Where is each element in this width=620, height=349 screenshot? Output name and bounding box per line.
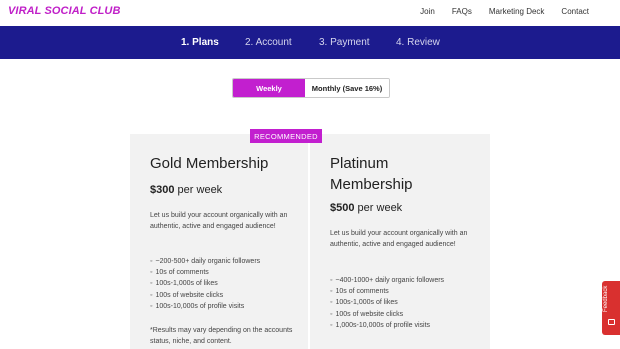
checkout-steps-bar: 1. Plans 2. Account 3. Payment 4. Review [0,26,620,59]
weekly-option[interactable]: Weekly [233,79,305,97]
feedback-tab[interactable]: Feedback [602,281,620,335]
brand-logo[interactable]: VIRAL SOCIAL CLUB [8,5,121,17]
chat-icon [608,319,615,325]
feature-item: 100s-1,000s of likes [150,278,260,289]
feature-item: 10s of comments [330,286,444,297]
nav-contact-link[interactable]: Contact [561,7,589,16]
nav-faqs-link[interactable]: FAQs [452,7,472,16]
feedback-label: Feedback [603,285,609,312]
plan-card-platinum[interactable]: Platinum Membership $500 per week Let us… [310,134,488,349]
top-header: VIRAL SOCIAL CLUB Join FAQs Marketing De… [0,0,620,26]
feature-item: 1,000s-10,000s of profile visits [330,320,444,331]
recommended-badge: RECOMMENDED [250,129,322,143]
step-plans[interactable]: 1. Plans [181,37,219,48]
nav-join-link[interactable]: Join [420,7,435,16]
step-account[interactable]: 2. Account [245,37,292,48]
feature-item: 100s-10,000s of profile visits [150,301,260,312]
plan-features-list: ~400-1000+ daily organic followers 10s o… [330,275,444,331]
plan-description: Let us build your account organically wi… [330,230,468,248]
plan-description: Let us build your account organically wi… [150,212,288,230]
feature-item: 10s of comments [150,267,260,278]
plan-price: $300 per week [150,184,222,196]
top-navigation: Join FAQs Marketing Deck Contact [420,7,589,16]
billing-period-toggle: Weekly Monthly (Save 16%) [232,78,390,98]
plan-price: $500 per week [330,202,402,214]
price-period: per week [357,202,403,214]
plan-features-list: ~200-500+ daily organic followers 10s of… [150,256,260,312]
price-period: per week [177,184,223,196]
plan-title: Platinum Membership [330,155,413,193]
nav-marketing-deck-link[interactable]: Marketing Deck [489,7,545,16]
feature-item: 100s of website clicks [150,290,260,301]
step-payment[interactable]: 3. Payment [319,37,370,48]
feature-item: 100s of website clicks [330,309,444,320]
monthly-option[interactable]: Monthly (Save 16%) [305,79,389,97]
plan-title: Gold Membership [150,155,269,172]
price-amount: $300 [150,184,175,196]
feature-item: 100s-1,000s of likes [330,297,444,308]
feature-item: ~200-500+ daily organic followers [150,256,260,267]
feature-item: ~400-1000+ daily organic followers [330,275,444,286]
price-amount: $500 [330,202,355,214]
step-review[interactable]: 4. Review [396,37,440,48]
plans-container: Gold Membership $300 per week Let us bui… [130,134,490,349]
plan-card-gold[interactable]: Gold Membership $300 per week Let us bui… [130,134,308,349]
plan-disclaimer: *Results may vary depending on the accou… [150,327,293,345]
